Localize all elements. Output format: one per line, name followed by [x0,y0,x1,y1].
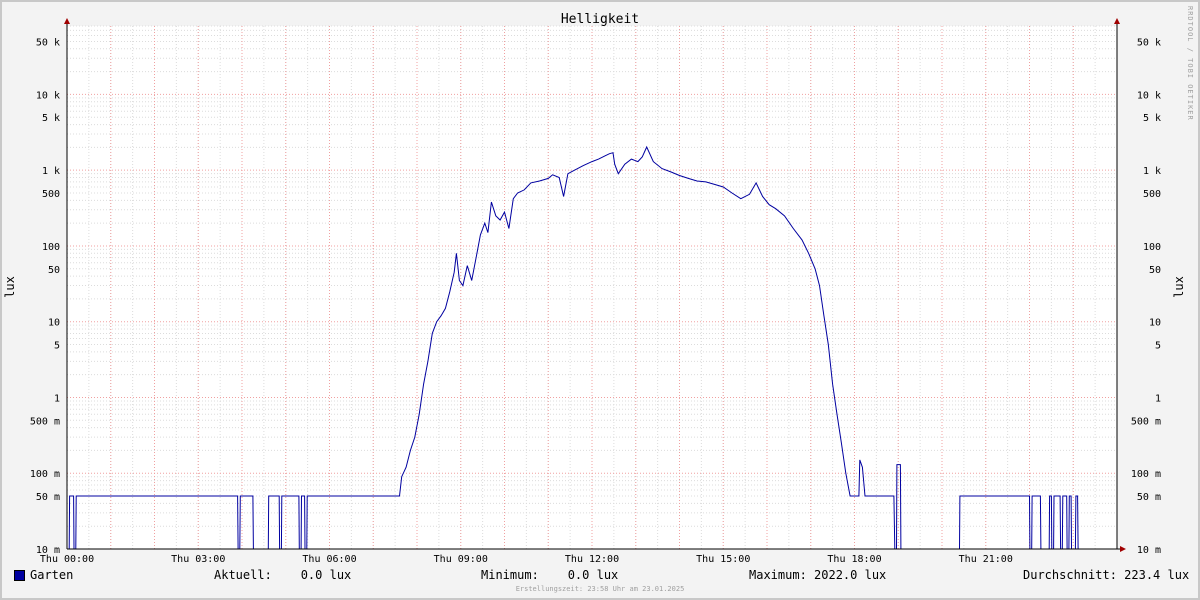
y-tick-label-right: 10 [1149,318,1161,329]
y-tick-label-right: 50 k [1137,37,1161,48]
y-tick-label-right: 5 [1155,341,1161,352]
y-tick-label-right: 10 m [1137,545,1161,556]
y-tick-label-left: 5 [54,341,60,352]
legend-average: Durchschnitt: 223.4 lux [1023,568,1190,582]
rrdtool-watermark: RRDTOOL / TOBI OETIKER [1186,6,1194,121]
x-axis-arrow [1120,546,1126,552]
creation-time-footer: Erstellungszeit: 23:58 Uhr am 23.01.2025 [515,585,685,593]
y-tick-label-right: 10 k [1137,90,1161,101]
x-tick-label: Thu 21:00 [959,554,1013,565]
y-tick-label-left: 500 [42,189,60,200]
y-tick-label-right: 50 m [1137,492,1161,503]
legend-maximum: Maximum: 2022.0 lux [749,568,887,582]
y-axis-label-right: lux [1172,276,1186,298]
legend-minimum: Minimum: 0.0 lux [481,568,619,582]
y-tick-label-left: 5 k [42,113,60,124]
x-tick-label: Thu 09:00 [434,554,488,565]
x-tick-label: Thu 15:00 [696,554,750,565]
legend-swatch [14,570,25,581]
y-tick-label-right: 5 k [1143,113,1161,124]
y-tick-label-left: 1 k [42,166,60,177]
x-ticks: Thu 00:00 Thu 03:00 Thu 06:00 Thu 09:00 Thu … [40,554,1013,565]
x-tick-label: Thu 00:00 [40,554,94,565]
y-tick-label-left: 50 m [36,492,60,503]
y-tick-label-left: 10 k [36,90,60,101]
y-tick-label-right: 1 k [1143,166,1161,177]
y-tick-label-left: 10 [48,318,60,329]
x-tick-label: Thu 18:00 [827,554,881,565]
y-ticks-right: 50 k 10 k 5 k 1 k 500 100 50 10 5 1 500 m 100 m 50 m… [1131,37,1161,556]
y-tick-label-right: 100 [1143,242,1161,253]
y-tick-label-left: 500 m [30,416,60,427]
y-axis-label-left: lux [3,276,17,298]
chart-title: Helligkeit [561,12,639,27]
y-tick-label-left: 100 [42,242,60,253]
y-tick-label-right: 500 m [1131,416,1161,427]
y-tick-label-left: 1 [54,393,60,404]
y-tick-label-left: 50 [48,265,60,276]
y-ticks-left: 50 k 10 k 5 k 1 k 500 100 50 10 5 1 500 m 100 m 50 m… [30,37,60,556]
y-tick-label-left: 100 m [30,469,60,480]
legend-series-name: Garten [30,568,74,582]
y-tick-label-right: 100 m [1131,469,1161,480]
x-tick-label: Thu 12:00 [565,554,619,565]
y-axis-arrow-right [1114,18,1120,24]
y-tick-label-right: 50 [1149,265,1161,276]
x-tick-label: Thu 06:00 [302,554,356,565]
y-tick-label-right: 1 [1155,393,1161,404]
x-tick-label: Thu 03:00 [171,554,225,565]
y-axis-arrow-left [64,18,70,24]
chart: Helligkeit lux lux 50 k10 k5 k1 k5001005… [3,12,1186,565]
y-tick-label-left: 50 k [36,37,60,48]
legend-current: Aktuell: 0.0 lux [214,568,352,582]
y-tick-label-right: 500 [1143,189,1161,200]
